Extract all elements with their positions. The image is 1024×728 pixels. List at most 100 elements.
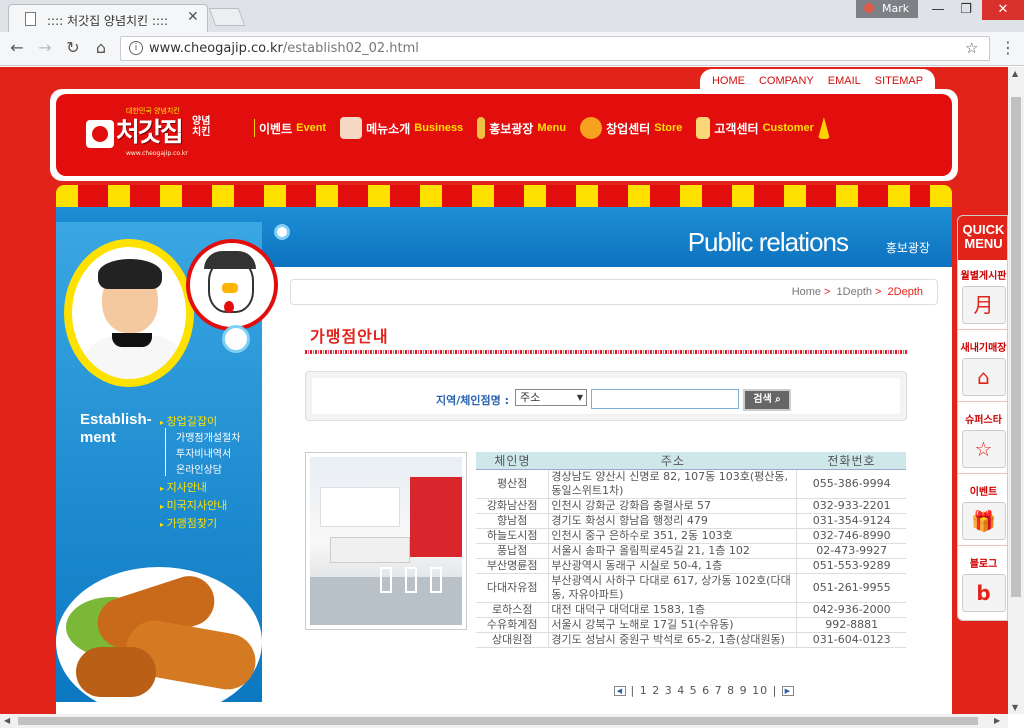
- drink-icon: [696, 117, 711, 139]
- nav-item-business[interactable]: 메뉴소개 Business: [340, 116, 463, 140]
- scrollbar-thumb[interactable]: [18, 717, 978, 725]
- address-bar[interactable]: i www.cheogajip.co.kr/establish02_02.htm…: [120, 36, 990, 61]
- back-icon[interactable]: ←: [6, 37, 28, 59]
- home-icon[interactable]: ⌂: [90, 37, 112, 59]
- breadcrumb-home[interactable]: Home: [792, 286, 821, 298]
- browser-toolbar: ← → ↻ ⌂ i www.cheogajip.co.kr/establish0…: [0, 32, 1024, 66]
- page-viewport: HOME COMPANY EMAIL SITEMAP 대한민국 양념치킨 처갓집…: [0, 67, 1008, 714]
- search-label: 지역/체인점명 :: [436, 394, 509, 407]
- table-row: 수유화계점 서울시 강북구 노해로 17길 51(수유동) 992-8881: [476, 617, 906, 633]
- nav-item-menu[interactable]: 홍보광장 Menu: [477, 116, 566, 140]
- left-submenu-item[interactable]: 온라인상담: [160, 463, 240, 479]
- vertical-scrollbar[interactable]: ▲ ▼: [1008, 67, 1024, 714]
- next-page-button[interactable]: ▶: [781, 686, 794, 696]
- model-portrait: [64, 239, 194, 387]
- table-cell-phone: 992-8881: [796, 617, 906, 633]
- profile-button[interactable]: Mark: [856, 0, 918, 18]
- table-cell-addr: 부산광역시 사하구 다대로 617, 상가동 102호(다대동, 자유아파트): [548, 573, 797, 603]
- quick-item-monthly[interactable]: 월별게시판 月: [958, 264, 1007, 330]
- left-menu-title: Establish-ment: [80, 411, 152, 446]
- top-link-home[interactable]: HOME: [712, 75, 745, 87]
- close-window-button[interactable]: ✕: [982, 0, 1024, 20]
- bookmark-star-icon[interactable]: ☆: [965, 39, 978, 57]
- star-icon: ☆: [961, 430, 1006, 468]
- table-cell-name: 풍납점: [476, 543, 549, 559]
- nav-item-store[interactable]: 창업센터 Store: [580, 116, 682, 140]
- left-menu-item[interactable]: 미국지사안내: [160, 497, 240, 515]
- nav-item-event[interactable]: 이벤트 Event: [254, 116, 326, 140]
- forward-icon[interactable]: →: [34, 37, 56, 59]
- table-row: 상대원점 경기도 성남시 중원구 박석로 65-2, 1층(상대원동) 031-60…: [476, 632, 906, 648]
- top-link-sitemap[interactable]: SITEMAP: [875, 75, 923, 87]
- browser-menu-icon[interactable]: ⋮: [1000, 38, 1016, 57]
- table-row: 부산명륜점 부산광역시 동래구 시실로 50-4, 1층 051-553-9289: [476, 558, 906, 574]
- table-cell-phone: 042-936-2000: [796, 602, 906, 618]
- table-cell-phone: 051-261-9955: [796, 573, 906, 603]
- col-header: 전화번호: [796, 452, 906, 470]
- reload-icon[interactable]: ↻: [62, 37, 84, 59]
- col-header: 주소: [548, 452, 797, 470]
- table-cell-name: 부산명륜점: [476, 558, 549, 574]
- url-text[interactable]: www.cheogajip.co.kr/establish02_02.html: [149, 41, 419, 56]
- search-panel: 지역/체인점명 : 주소 ▼ 검색 ⌕: [305, 371, 907, 421]
- breadcrumb: Home > 1Depth > 2Depth: [290, 279, 938, 305]
- table-row: 다대자유점 부산광역시 사하구 다대로 617, 상가동 102호(다대동, 자유…: [476, 573, 906, 603]
- info-icon[interactable]: i: [129, 41, 143, 55]
- left-submenu-item[interactable]: 투자비내역서: [160, 447, 240, 463]
- site-header: 대한민국 양념치킨 처갓집 양념치킨 www.cheogajip.co.kr 이…: [50, 89, 958, 181]
- new-tab-button[interactable]: [208, 8, 246, 26]
- table-cell-addr: 대전 대덕구 대덕대로 1583, 1층: [548, 602, 797, 618]
- left-submenu-item[interactable]: 가맹점개설절차: [160, 431, 240, 447]
- table-cell-addr: 경상남도 양산시 신명로 82, 107동 103호(평산동, 동일스위트1차): [548, 469, 797, 499]
- quick-item-blog[interactable]: 블로그 b: [958, 552, 1007, 618]
- tab-title: :::: 처갓집 양념치킨 ::::: [47, 14, 169, 28]
- table-cell-phone: 031-604-0123: [796, 632, 906, 648]
- store-interior-photo: [305, 452, 467, 630]
- col-header: 체인명: [476, 452, 549, 470]
- logo-mark-icon: [86, 120, 114, 148]
- left-menu-item[interactable]: 가맹점찾기: [160, 515, 240, 533]
- top-link-email[interactable]: EMAIL: [828, 75, 861, 87]
- left-menu: 창업길잡이 가맹점개설절차 투자비내역서 온라인상담 지사안내 미국지사안내 가…: [160, 413, 241, 533]
- table-cell-phone: 051-553-9289: [796, 558, 906, 574]
- left-menu-item[interactable]: 창업길잡이: [160, 413, 240, 431]
- quick-item-new-stores[interactable]: 새내기매장 ⌂: [958, 336, 1007, 402]
- scrollbar-thumb[interactable]: [1011, 97, 1021, 597]
- tab-close-icon[interactable]: ✕: [187, 9, 199, 25]
- calendar-icon: 月: [961, 286, 1006, 324]
- table-row: 로하스점 대전 대덕구 대덕대로 1583, 1층 042-936-2000: [476, 602, 906, 618]
- quick-menu: QUICK MENU 월별게시판 月 새내기매장 ⌂ 슈퍼스타 ☆ 이벤트 🎁 블로그 b: [957, 215, 1008, 621]
- search-button[interactable]: 검색 ⌕: [743, 389, 791, 411]
- bubble-deco: [222, 325, 250, 353]
- browser-tab[interactable]: :::: 처갓집 양념치킨 :::: ✕: [8, 4, 208, 32]
- table-cell-name: 향남점: [476, 513, 549, 529]
- prev-page-button[interactable]: ◀: [614, 686, 626, 696]
- site-logo[interactable]: 대한민국 양념치킨 처갓집 양념치킨 www.cheogajip.co.kr: [86, 107, 216, 158]
- banner-subtitle: 홍보광장: [885, 241, 930, 255]
- table-cell-addr: 경기도 화성시 향남읍 행정리 479: [548, 513, 797, 529]
- search-input[interactable]: [591, 389, 739, 409]
- table-row: 하늘도시점 인천시 중구 은하수로 351, 2동 103호 032-746-899…: [476, 528, 906, 544]
- search-type-select[interactable]: 주소 ▼: [515, 389, 587, 406]
- chicken-mascot: [186, 239, 278, 331]
- table-row: 풍납점 서울시 송파구 올림픽로45길 21, 1층 102 02-473-9927: [476, 543, 906, 559]
- browser-tab-strip: :::: 처갓집 양념치킨 :::: ✕ Mark — ❐ ✕: [0, 0, 1024, 32]
- breadcrumb-depth1[interactable]: 1Depth: [837, 286, 872, 298]
- left-menu-item[interactable]: 지사안내: [160, 479, 240, 497]
- table-cell-name: 로하스점: [476, 602, 549, 618]
- table-cell-addr: 서울시 강북구 노해로 17길 51(수유동): [548, 617, 797, 633]
- quick-item-superstar[interactable]: 슈퍼스타 ☆: [958, 408, 1007, 474]
- top-link-company[interactable]: COMPANY: [759, 75, 814, 87]
- maximize-button[interactable]: ❐: [952, 0, 980, 20]
- nav-item-customer[interactable]: 고객센터 Customer: [696, 116, 834, 140]
- profile-icon: [864, 3, 874, 13]
- table-cell-phone: 02-473-9927: [796, 543, 906, 559]
- table-cell-addr: 인천시 중구 은하수로 351, 2동 103호: [548, 528, 797, 544]
- horizontal-scrollbar[interactable]: ◀ ▶: [0, 714, 1008, 728]
- page-title: 가맹점안내: [310, 327, 389, 346]
- minimize-button[interactable]: —: [924, 0, 952, 20]
- quick-item-event[interactable]: 이벤트 🎁: [958, 480, 1007, 546]
- dropdown-arrow-icon: ▼: [576, 393, 583, 402]
- page-numbers[interactable]: | 1 2 3 4 5 6 7 8 9 10 |: [631, 684, 778, 697]
- breadcrumb-depth2: 2Depth: [887, 286, 923, 298]
